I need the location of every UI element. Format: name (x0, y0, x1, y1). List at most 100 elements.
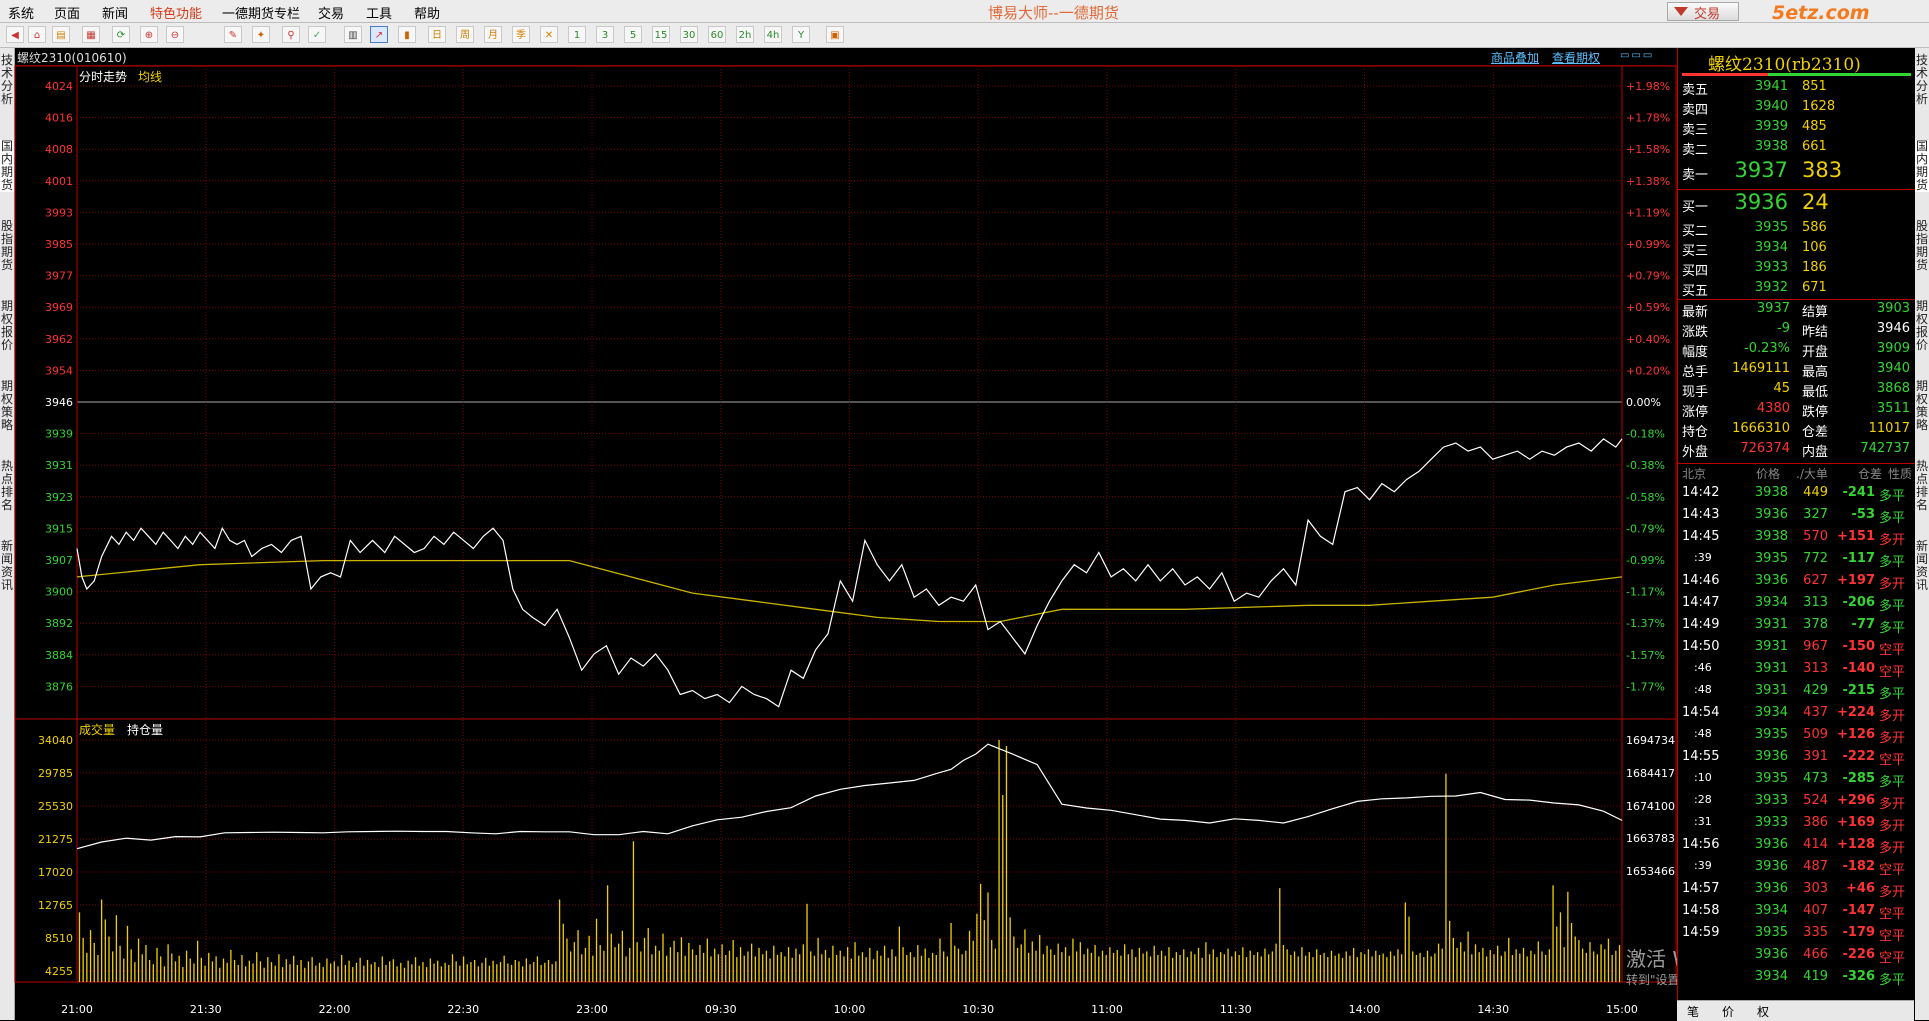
tick-time: 14:45 (1682, 529, 1720, 544)
tick-row[interactable]: 14:42 3938 449 -241 多平 (1678, 485, 1915, 505)
bid-price: 3935 (1754, 220, 1788, 235)
tick-nature: 多开 (1879, 797, 1906, 812)
percent-tick-label: -1.77% (1626, 680, 1665, 693)
percent-tick-label: +0.79% (1626, 270, 1670, 283)
tick-nature: 多平 (1879, 555, 1906, 570)
ask-label: 卖二 (1682, 143, 1709, 158)
percent-tick-label: -0.99% (1626, 554, 1665, 567)
tab-rights[interactable]: 权 (1757, 1003, 1769, 1020)
tick-row[interactable]: 3934 419 -326 多平 (1678, 969, 1915, 989)
stat-value: 742737 (1860, 441, 1910, 456)
tick-nature: 多开 (1879, 841, 1906, 856)
tick-row[interactable]: 14:45 3938 570 +151 多开 (1678, 529, 1915, 549)
tick-row[interactable]: 14:55 3936 391 -222 空平 (1678, 749, 1915, 769)
bid-label: 买五 (1682, 284, 1709, 299)
tick-row[interactable]: :48 3931 429 -215 多平 (1678, 683, 1915, 703)
tick-row[interactable]: :10 3935 473 -285 多平 (1678, 771, 1915, 791)
tick-row[interactable]: :46 3931 313 -140 空平 (1678, 661, 1915, 681)
tick-row[interactable]: 14:49 3931 378 -77 多平 (1678, 617, 1915, 637)
time-axis-label: 11:00 (1091, 1003, 1123, 1016)
bid1-price: 3936 (1734, 190, 1788, 214)
tick-row[interactable]: 3936 466 -226 空平 (1678, 947, 1915, 967)
price-tick-label: 3985 (45, 238, 73, 251)
tick-row[interactable]: :28 3933 524 +296 多开 (1678, 793, 1915, 813)
legend-average-line: 均线 (138, 70, 163, 84)
percent-tick-label: -0.79% (1626, 522, 1665, 535)
tick-time: 14:43 (1682, 507, 1720, 522)
stat-value: -0.23% (1744, 341, 1790, 356)
tick-header-cell: 性质 (1888, 467, 1913, 481)
tick-oi-change: +126 (1836, 727, 1875, 742)
tick-row[interactable]: :31 3933 386 +169 多开 (1678, 815, 1915, 835)
stat-label: 涨停 (1682, 405, 1709, 420)
tick-row[interactable]: 14:58 3934 407 -147 空平 (1678, 903, 1915, 923)
intraday-chart[interactable]: 4024 +1.98% 4016 +1.78% 4008 +1.58% 4001 +1.38%… (0, 0, 1929, 1020)
percent-tick-label: -0.18% (1626, 428, 1665, 441)
tick-row[interactable]: 14:56 3936 414 +128 多开 (1678, 837, 1915, 857)
bid-price: 3933 (1754, 260, 1788, 275)
tick-row[interactable]: 14:50 3931 967 -150 空平 (1678, 639, 1915, 659)
price-tick-label: 3923 (45, 491, 73, 504)
tick-nature: 多开 (1879, 731, 1906, 746)
stat-value: 3903 (1876, 301, 1910, 316)
tick-price: 3934 (1754, 903, 1788, 918)
percent-tick-label: 0.00% (1626, 396, 1661, 409)
percent-tick-label: +1.58% (1626, 143, 1670, 156)
percent-tick-label: +0.59% (1626, 301, 1670, 314)
tick-row[interactable]: :48 3935 509 +126 多开 (1678, 727, 1915, 747)
tick-volume: 313 (1803, 661, 1828, 676)
tick-nature: 空平 (1879, 753, 1906, 768)
volume-tick-label: 29785 (38, 767, 73, 780)
tick-nature: 多开 (1879, 533, 1906, 548)
tick-row[interactable]: :39 3936 487 -182 空平 (1678, 859, 1915, 879)
tick-price: 3936 (1754, 947, 1788, 962)
ask-price: 3940 (1754, 99, 1788, 114)
price-tick-label: 3993 (45, 206, 73, 219)
tick-volume: 487 (1803, 859, 1828, 874)
ask-label: 卖四 (1682, 103, 1709, 118)
tick-nature: 多平 (1879, 489, 1906, 504)
tick-volume: 335 (1803, 925, 1828, 940)
open-interest-tick-label: 1694734 (1626, 734, 1675, 747)
tick-volume: 627 (1803, 573, 1828, 588)
tick-oi-change: -140 (1842, 661, 1875, 676)
tick-oi-change: -77 (1851, 617, 1876, 632)
tab-ticks[interactable]: 笔 (1687, 1003, 1699, 1020)
bid1-volume: 24 (1802, 190, 1829, 214)
tick-row[interactable]: 14:47 3934 313 -206 多平 (1678, 595, 1915, 615)
tick-volume: 303 (1803, 881, 1828, 896)
time-axis-label: 14:00 (1349, 1003, 1381, 1016)
volume-tick-label: 4255 (45, 965, 73, 978)
tick-volume: 419 (1803, 969, 1828, 984)
tab-price[interactable]: 价 (1722, 1003, 1734, 1020)
tick-price: 3936 (1754, 881, 1788, 896)
volume-tick-label: 12765 (38, 899, 73, 912)
time-axis-label: 10:00 (834, 1003, 866, 1016)
tick-price: 3935 (1754, 771, 1788, 786)
tick-row[interactable]: 14:59 3935 335 -179 空平 (1678, 925, 1915, 945)
tick-price: 3935 (1754, 925, 1788, 940)
tick-nature: 空平 (1879, 863, 1906, 878)
percent-tick-label: -1.17% (1626, 586, 1665, 599)
tick-price: 3936 (1754, 507, 1788, 522)
tick-row[interactable]: 14:57 3936 303 +46 多开 (1678, 881, 1915, 901)
tick-time: 14:57 (1682, 881, 1720, 896)
tick-row[interactable]: 14:43 3936 327 -53 多平 (1678, 507, 1915, 527)
tick-nature: 多平 (1879, 511, 1906, 526)
book-stats-divider (1678, 299, 1915, 300)
tick-nature: 多平 (1879, 775, 1906, 790)
tick-price: 3934 (1754, 969, 1788, 984)
price-tick-label: 3977 (45, 270, 73, 283)
quote-title: 螺纹2310(rb2310) (1708, 55, 1861, 75)
percent-tick-label: +1.78% (1626, 112, 1670, 125)
tick-nature: 空平 (1879, 665, 1906, 680)
tick-nature: 空平 (1879, 643, 1906, 658)
tick-nature: 多开 (1879, 885, 1906, 900)
stat-value: 1469111 (1732, 361, 1790, 376)
stat-value: 3909 (1876, 341, 1910, 356)
time-axis-label: 09:30 (705, 1003, 737, 1016)
tick-row[interactable]: 14:54 3934 437 +224 多开 (1678, 705, 1915, 725)
tick-row[interactable]: 14:46 3936 627 +197 多开 (1678, 573, 1915, 593)
tick-time: 14:47 (1682, 595, 1720, 610)
tick-row[interactable]: :39 3935 772 -117 多平 (1678, 551, 1915, 571)
